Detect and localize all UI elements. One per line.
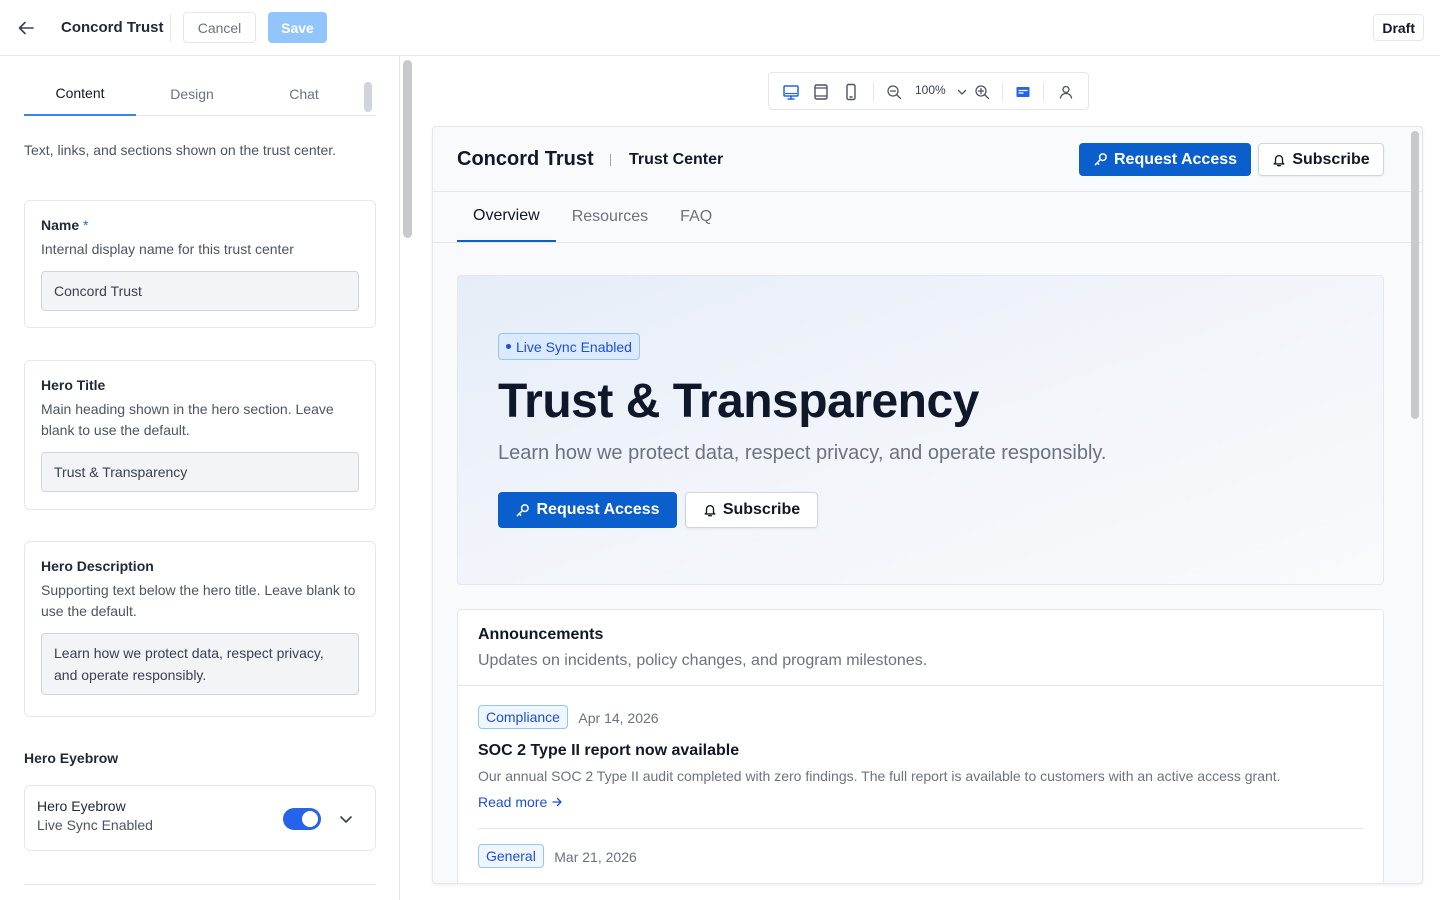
chevron-down-icon[interactable] (337, 810, 355, 828)
status-dot-icon (506, 344, 511, 349)
name-help: Internal display name for this trust cen… (41, 241, 294, 257)
hero-title-field-card: Hero Title Main heading shown in the her… (24, 360, 376, 510)
name-label: Name * (41, 217, 89, 233)
cancel-button[interactable]: Cancel (183, 12, 256, 43)
tab-chat[interactable]: Chat (248, 72, 360, 116)
tabs-scrollbar[interactable] (364, 82, 372, 112)
desktop-icon[interactable] (781, 82, 801, 102)
preview-header: Concord Trust Trust Center Request Acces… (433, 127, 1422, 192)
hero-description-help: Supporting text below the hero title. Le… (41, 582, 356, 619)
tab-overview[interactable]: Overview (457, 192, 556, 242)
panel-scrollbar[interactable] (403, 60, 412, 238)
arrow-right-icon (552, 797, 562, 807)
mobile-icon[interactable] (841, 82, 861, 102)
save-button[interactable]: Save (268, 12, 327, 43)
category-tag: General (478, 844, 544, 868)
trust-center-preview: Concord Trust Trust Center Request Acces… (432, 126, 1423, 884)
preview-area: 100% Concord Trust Trust Center Request … (416, 56, 1440, 900)
announcement-body: Our annual SOC 2 Type II audit completed… (478, 768, 1281, 784)
divider (610, 154, 611, 166)
toggle-knob (302, 811, 318, 827)
announcement-date: Apr 14, 2026 (578, 709, 659, 726)
hero-subscribe-button[interactable]: Subscribe (685, 492, 818, 528)
hero-description-textarea[interactable]: Learn how we protect data, respect priva… (41, 633, 359, 695)
hero-eyebrow-badge: Live Sync Enabled (498, 333, 640, 360)
top-bar: Concord Trust Cancel Save Draft (0, 0, 1440, 56)
read-more-link[interactable]: Read more (478, 794, 1363, 810)
announcement-title: SOC 2 Type II report now available (478, 742, 740, 759)
announcement-item: General Mar 21, 2026 (478, 844, 1363, 868)
request-access-button[interactable]: Request Access (1079, 143, 1251, 176)
subscribe-label: Subscribe (1292, 150, 1370, 168)
key-icon (1094, 153, 1107, 166)
preview-scrollbar[interactable] (1411, 131, 1419, 419)
announcement-item: Compliance Apr 14, 2026 SOC 2 Type II re… (478, 705, 1363, 810)
hero-description-label: Hero Description (41, 558, 154, 574)
hero-eyebrow-toggle[interactable] (283, 808, 321, 830)
panel-description: Text, links, and sections shown on the t… (24, 142, 337, 158)
hero-title-help: Main heading shown in the hero section. … (41, 401, 334, 438)
announcements-subtitle: Updates on incidents, policy changes, an… (478, 652, 928, 669)
zoom-out-icon[interactable] (884, 82, 904, 102)
tab-content[interactable]: Content (24, 72, 136, 116)
zoom-level[interactable]: 100% (915, 83, 946, 97)
divider (1043, 82, 1044, 102)
tab-design[interactable]: Design (136, 72, 248, 116)
subscribe-button[interactable]: Subscribe (1258, 143, 1384, 176)
hero-description-field-card: Hero Description Supporting text below t… (24, 541, 376, 717)
bell-icon (1273, 154, 1285, 166)
divider (170, 14, 171, 42)
zoom-in-icon[interactable] (972, 82, 992, 102)
divider (458, 685, 1383, 686)
bell-icon (704, 504, 716, 517)
divider (478, 828, 1363, 829)
layout-icon[interactable] (1013, 82, 1033, 102)
announcements-title: Announcements (478, 626, 604, 643)
chevron-down-icon[interactable] (952, 82, 972, 102)
editor-panel: Content Design Chat Text, links, and sec… (0, 56, 400, 900)
hero-eyebrow-card[interactable]: Hero Eyebrow Live Sync Enabled (24, 785, 376, 851)
read-more-label: Read more (478, 794, 548, 810)
hero-request-access-label: Request Access (536, 501, 660, 518)
category-tag: Compliance (478, 705, 568, 729)
page-title: Concord Trust (61, 19, 164, 36)
hero-eyebrow-heading: Hero Eyebrow (24, 750, 119, 766)
preview-brand: Concord Trust (457, 148, 594, 170)
divider (24, 884, 376, 885)
hero-title-input[interactable]: Trust & Transparency (41, 452, 359, 492)
divider (873, 82, 874, 102)
tab-faq[interactable]: FAQ (664, 192, 728, 242)
divider (1002, 82, 1003, 102)
hero-title-label: Hero Title (41, 377, 106, 393)
announcements-card: Announcements Updates on incidents, poli… (457, 609, 1384, 883)
hero-eyebrow-text: Live Sync Enabled (516, 338, 632, 355)
status-badge: Draft (1373, 14, 1424, 41)
hero-section: Live Sync Enabled Trust & Transparency L… (457, 275, 1384, 585)
hero-request-access-button[interactable]: Request Access (498, 492, 677, 528)
key-icon (517, 503, 530, 516)
request-access-label: Request Access (1113, 150, 1238, 168)
tab-resources[interactable]: Resources (556, 192, 664, 242)
announcement-date: Mar 21, 2026 (554, 848, 637, 865)
name-input[interactable]: Concord Trust (41, 271, 359, 311)
divider (433, 242, 1422, 243)
hero-title: Trust & Transparency (498, 375, 979, 428)
required-mark: * (83, 217, 89, 233)
hero-subscribe-label: Subscribe (722, 501, 801, 518)
editor-tabs: Content Design Chat (24, 72, 376, 116)
preview-subtitle: Trust Center (629, 151, 724, 168)
user-icon[interactable] (1056, 82, 1076, 102)
hero-description: Learn how we protect data, respect priva… (498, 442, 1107, 464)
tablet-icon[interactable] (811, 82, 831, 102)
preview-tabs: Overview Resources FAQ (457, 192, 728, 242)
name-field-card: Name * Internal display name for this tr… (24, 200, 376, 328)
preview-toolbar: 100% (768, 72, 1089, 110)
back-arrow-icon[interactable] (14, 16, 38, 40)
